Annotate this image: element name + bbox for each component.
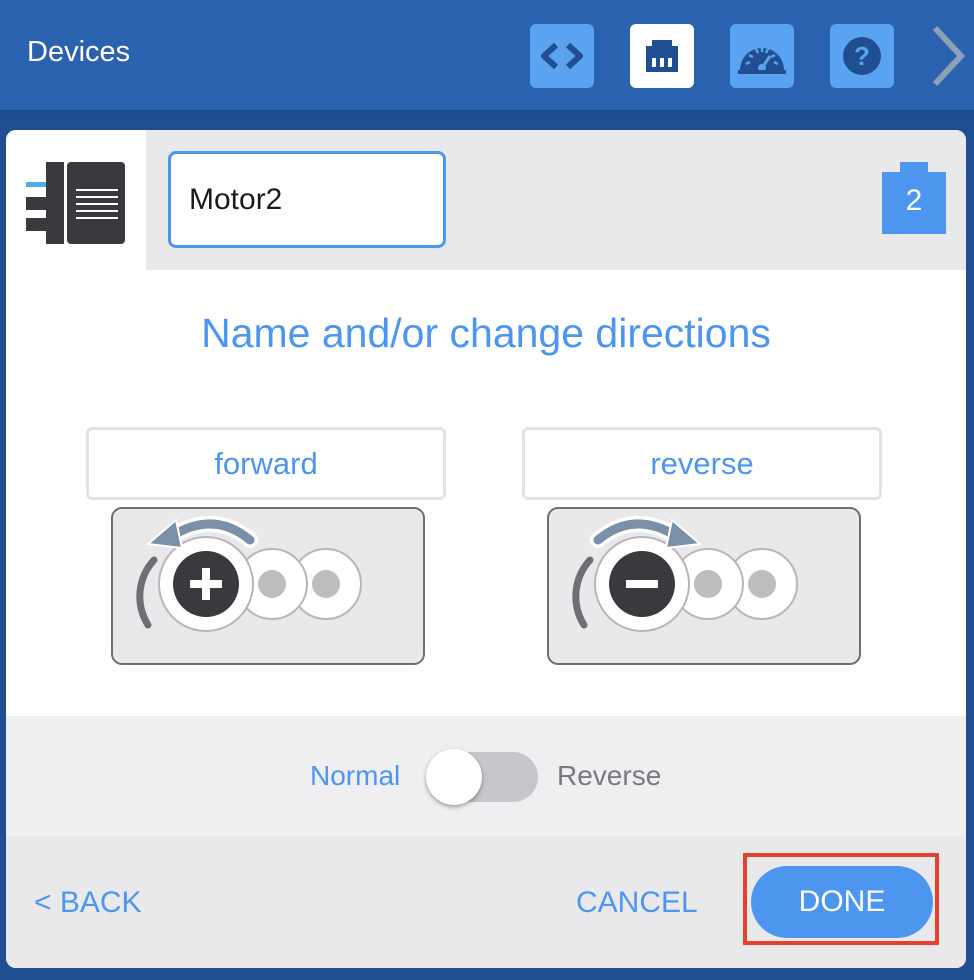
app-header: Devices ? xyxy=(0,0,974,113)
code-button[interactable] xyxy=(530,24,594,88)
direction-heading: Name and/or change directions xyxy=(201,310,771,356)
cancel-button[interactable]: CANCEL xyxy=(576,886,698,920)
motor-icon xyxy=(26,162,125,244)
footer-bar: < BACK CANCEL DONE xyxy=(6,836,966,968)
back-button[interactable]: < BACK xyxy=(34,886,142,920)
reverse-label-field[interactable]: reverse xyxy=(522,427,882,500)
dashboard-button[interactable] xyxy=(730,24,794,88)
code-icon xyxy=(541,42,583,70)
devices-button[interactable] xyxy=(630,24,694,88)
dashboard-gauge-icon xyxy=(738,47,786,74)
help-button[interactable]: ? xyxy=(830,24,894,88)
rotate-counterclockwise-plus-icon xyxy=(111,507,425,665)
direction-toggle[interactable] xyxy=(426,749,538,805)
devices-port-icon xyxy=(646,40,678,72)
port-number: 2 xyxy=(905,184,923,217)
done-button[interactable]: DONE xyxy=(751,866,933,938)
toggle-knob[interactable] xyxy=(426,749,482,805)
svg-text:?: ? xyxy=(854,41,870,71)
chevron-right-icon[interactable] xyxy=(925,24,971,88)
page-title: Devices xyxy=(27,36,131,68)
direction-toggle-row: Normal Reverse xyxy=(6,716,966,836)
device-config-panel: 2 Name and/or change directions forward … xyxy=(6,130,966,968)
device-name-input[interactable] xyxy=(168,151,446,248)
forward-label-field[interactable]: forward xyxy=(86,427,446,500)
reverse-label: Reverse xyxy=(557,760,662,791)
normal-label: Normal xyxy=(310,760,401,791)
device-header: 2 xyxy=(6,130,966,270)
help-icon: ? xyxy=(843,37,881,75)
device-icon-box xyxy=(6,130,146,270)
rotate-clockwise-minus-icon xyxy=(547,507,861,665)
